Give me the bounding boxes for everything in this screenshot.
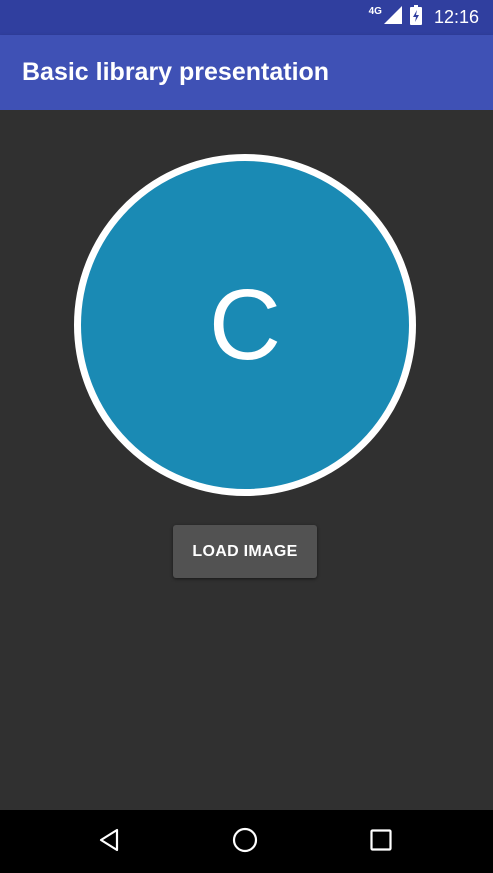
- home-icon: [232, 827, 258, 858]
- navigation-bar: [0, 810, 493, 873]
- clock: 12:16: [433, 7, 479, 27]
- avatar-letter: C: [208, 269, 282, 381]
- battery-icon: [409, 5, 422, 30]
- back-button[interactable]: [89, 822, 129, 862]
- status-bar: 4G 12:16: [0, 0, 493, 35]
- screen: 4G 12:16 Basic library presentation C LO…: [0, 0, 493, 873]
- app-title: Basic library presentation: [22, 58, 330, 86]
- recents-button[interactable]: [361, 822, 401, 862]
- status-icons: 4G 12:16: [369, 0, 479, 35]
- recents-icon: [370, 828, 392, 856]
- signal-icon: [383, 6, 402, 29]
- back-icon: [97, 828, 121, 857]
- load-image-button[interactable]: LOAD IMAGE: [173, 525, 317, 578]
- main-content: C LOAD IMAGE: [0, 110, 493, 810]
- app-bar: Basic library presentation: [0, 35, 493, 110]
- avatar: C: [74, 154, 416, 496]
- network-type-label: 4G: [368, 6, 382, 17]
- home-button[interactable]: [225, 822, 265, 862]
